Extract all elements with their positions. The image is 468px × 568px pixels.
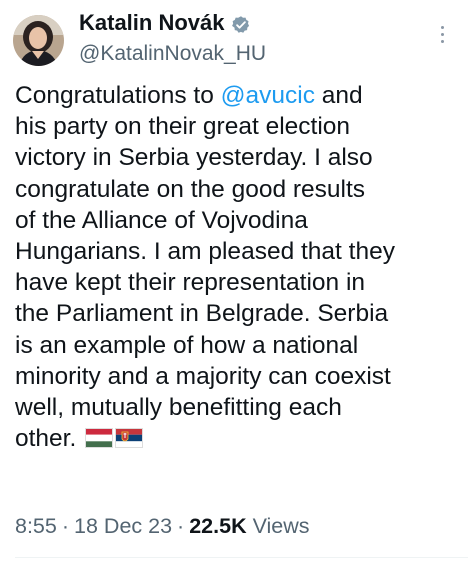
more-dot-icon bbox=[440, 26, 444, 29]
more-dot-icon bbox=[440, 33, 444, 36]
meta-separator: · bbox=[177, 514, 185, 538]
tweet-line: well, mutually benefitting each bbox=[15, 394, 342, 422]
hungary-flag-icon bbox=[85, 428, 114, 449]
tweet-text: Congratulations to @avucic and his party… bbox=[15, 80, 460, 454]
tweet-line: Hungarians. I am pleased that they bbox=[15, 238, 395, 266]
verified-badge-icon bbox=[231, 14, 251, 34]
avatar[interactable] bbox=[13, 15, 64, 66]
tweet-text-segment: Congratulations to bbox=[15, 82, 221, 109]
tweet-text-segment: and bbox=[314, 82, 363, 109]
tweet-line: his party on their great election bbox=[15, 113, 351, 141]
tweet-text-segment: other. bbox=[15, 425, 84, 453]
views-count[interactable]: 22.5K bbox=[189, 514, 246, 538]
more-dot-icon bbox=[440, 40, 444, 43]
tweet-date[interactable]: 18 Dec 23 bbox=[74, 514, 172, 538]
tweet-line: minority and a majority can coexist bbox=[15, 362, 391, 390]
tweet-line-last: other. bbox=[15, 423, 460, 454]
tweet-meta: 8:55 · 18 Dec 23 · 22.5K Views bbox=[15, 512, 310, 540]
views-label[interactable]: Views bbox=[247, 514, 310, 538]
more-options-button[interactable] bbox=[436, 26, 448, 50]
author-handle[interactable]: @KatalinNovak_HU bbox=[79, 41, 266, 67]
tweet-line: of the Alliance of Vojvodina bbox=[15, 206, 308, 234]
tweet-line: Congratulations to @avucic and bbox=[15, 80, 460, 111]
mention-link[interactable]: @avucic bbox=[221, 82, 315, 109]
tweet-line: have kept their representation in bbox=[15, 269, 366, 297]
author-name-row[interactable]: Katalin Novák bbox=[79, 9, 251, 37]
author-name[interactable]: Katalin Novák bbox=[79, 9, 225, 37]
tweet-time[interactable]: 8:55 bbox=[15, 514, 57, 538]
tweet-line: the Parliament in Belgrade. Serbia bbox=[15, 300, 389, 328]
tweet-line: congratulate on the good results bbox=[15, 175, 366, 203]
tweet-line: is an example of how a national bbox=[15, 331, 359, 359]
meta-separator: · bbox=[61, 514, 70, 538]
divider bbox=[15, 557, 468, 558]
tweet-line: victory in Serbia yesterday. I also bbox=[15, 144, 373, 172]
serbia-flag-icon bbox=[115, 428, 144, 449]
tweet-card: Katalin Novák @KatalinNovak_HU Congratul… bbox=[0, 0, 468, 568]
